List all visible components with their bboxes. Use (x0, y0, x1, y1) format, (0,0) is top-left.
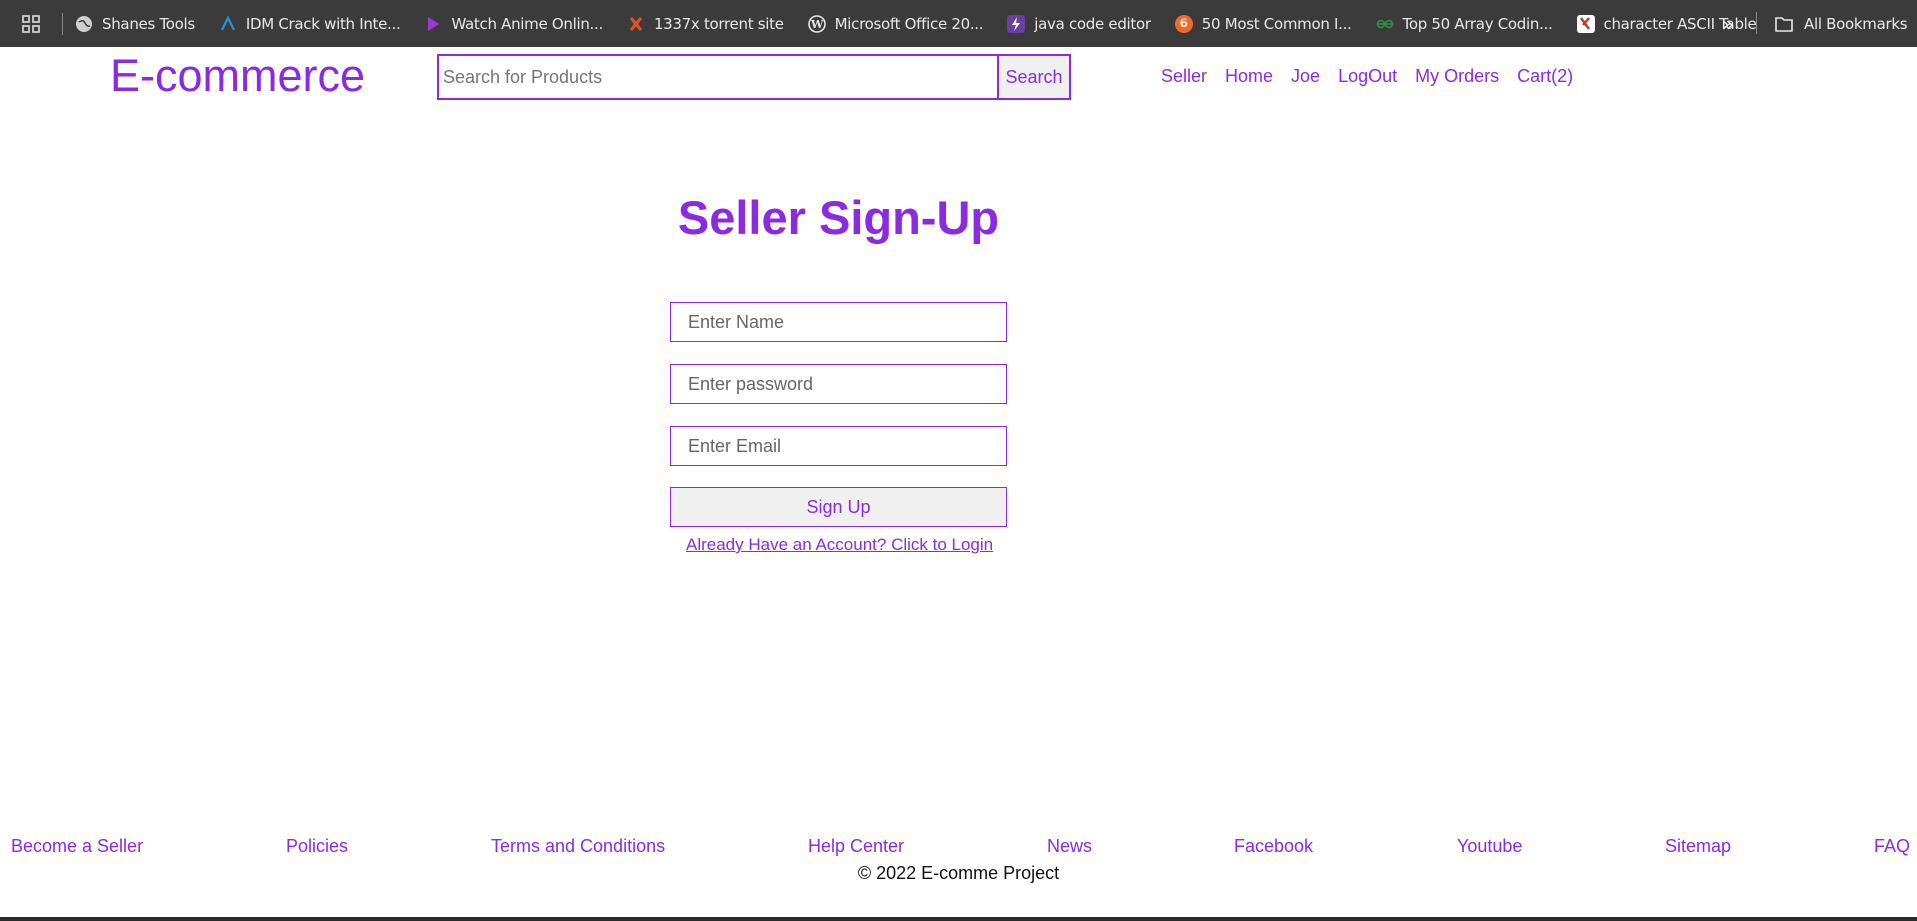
gfg-icon (1376, 15, 1394, 33)
bolt-icon (1007, 14, 1026, 33)
footer-youtube[interactable]: Youtube (1457, 836, 1522, 857)
all-bookmarks-label: All Bookmarks (1804, 14, 1908, 33)
login-link[interactable]: Already Have an Account? Click to Login (686, 535, 993, 555)
bookmark-java-editor[interactable]: java code editor (995, 0, 1162, 47)
wordpress-icon: W (807, 14, 826, 33)
bookmark-label: Watch Anime Onlin... (451, 14, 603, 33)
bookmark-label: Top 50 Array Codin... (1402, 14, 1553, 33)
bottom-edge (0, 917, 1917, 921)
bookmark-1337x[interactable]: 1337x torrent site (615, 0, 796, 47)
site-logo[interactable]: E-commerce (110, 50, 365, 102)
sign-up-button[interactable]: Sign Up (670, 487, 1007, 527)
search-bar: Search (437, 54, 1071, 100)
bookmark-shanes-tools[interactable]: Shanes Tools (63, 0, 207, 47)
play-icon (424, 15, 442, 33)
idm-icon (219, 15, 237, 33)
bookmark-array-coding[interactable]: Top 50 Array Codin... (1364, 0, 1565, 47)
x-icon (627, 15, 645, 33)
bookmarks-divider (1756, 12, 1757, 34)
footer-terms[interactable]: Terms and Conditions (491, 836, 665, 857)
bookmark-50-most-common[interactable]: б 50 Most Common I... (1163, 0, 1364, 47)
copyright-text: © 2022 E-comme Project (857, 863, 1060, 883)
footer-news[interactable]: News (1047, 836, 1092, 857)
email-field[interactable] (670, 426, 1007, 466)
footer-sitemap[interactable]: Sitemap (1665, 836, 1731, 857)
nav-cart[interactable]: Cart(2) (1517, 66, 1573, 87)
nav-home[interactable]: Home (1225, 66, 1273, 87)
bookmark-label: 1337x torrent site (653, 14, 784, 33)
footer-become-seller[interactable]: Become a Seller (11, 836, 143, 857)
bookmark-label: java code editor (1034, 14, 1151, 33)
ascii-icon (1576, 14, 1595, 33)
bookmark-label: IDM Crack with Inte... (245, 14, 401, 33)
bookmark-label: Microsoft Office 20... (834, 14, 984, 33)
password-field[interactable] (670, 364, 1007, 404)
footer-policies[interactable]: Policies (286, 836, 348, 857)
footer-help-center[interactable]: Help Center (808, 836, 904, 857)
bookmark-anime[interactable]: Watch Anime Onlin... (412, 0, 614, 47)
bookmark-label: Shanes Tools (102, 14, 195, 33)
name-field[interactable] (670, 302, 1007, 342)
search-button[interactable]: Search (997, 56, 1069, 98)
bookmark-label: 50 Most Common I... (1201, 14, 1352, 33)
globe-icon (75, 15, 93, 33)
footer-faq[interactable]: FAQ (1874, 836, 1910, 857)
main-nav: Seller Home Joe LogOut My Orders Cart(2) (1161, 66, 1591, 87)
folder-icon (1775, 16, 1793, 32)
bookmark-ms-office[interactable]: W Microsoft Office 20... (796, 0, 996, 47)
nav-seller[interactable]: Seller (1161, 66, 1207, 87)
search-input[interactable] (439, 56, 997, 98)
nav-my-orders[interactable]: My Orders (1415, 66, 1499, 87)
svg-text:W: W (810, 18, 824, 31)
nav-logout[interactable]: LogOut (1338, 66, 1397, 87)
footer-facebook[interactable]: Facebook (1234, 836, 1313, 857)
bookmark-idm[interactable]: IDM Crack with Inte... (207, 0, 413, 47)
bookmarks-overflow-icon[interactable]: » (1716, 0, 1740, 47)
nav-user[interactable]: Joe (1291, 66, 1320, 87)
all-bookmarks-button[interactable]: All Bookmarks (1774, 0, 1908, 47)
bookmarks-bar: Shanes Tools IDM Crack with Inte... Watc… (0, 0, 1917, 47)
page-title: Seller Sign-Up (677, 191, 1000, 244)
apps-grid-icon[interactable] (0, 0, 62, 47)
brand-icon: б (1174, 14, 1193, 33)
